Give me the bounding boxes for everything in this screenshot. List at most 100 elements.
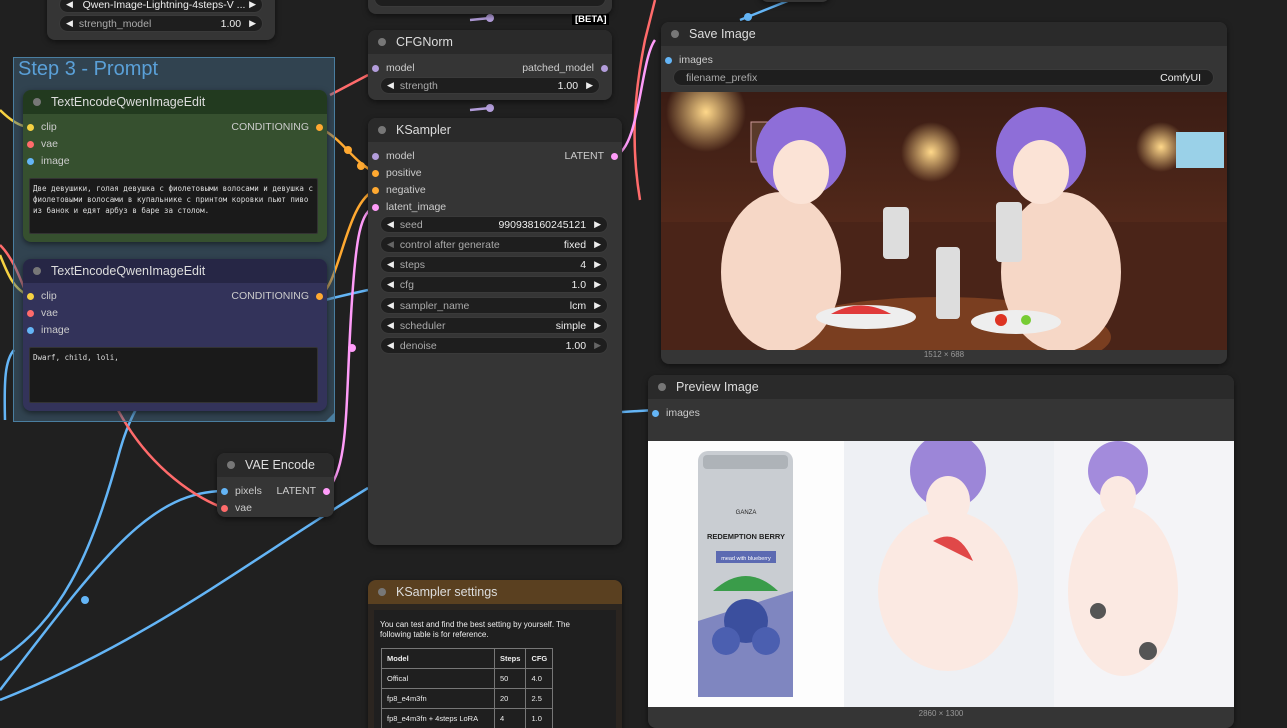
right-arrow-icon[interactable]: ▶ bbox=[586, 80, 593, 91]
model-socket-icon[interactable] bbox=[601, 64, 608, 72]
cfgnorm-node[interactable]: CFGNorm model patched_model ◀ strength 1… bbox=[368, 30, 612, 100]
resize-handle-icon[interactable] bbox=[326, 413, 334, 421]
collapse-dot-icon[interactable] bbox=[378, 126, 386, 134]
collapse-dot-icon[interactable] bbox=[33, 98, 41, 106]
lora-name-widget[interactable]: ◀ Qwen-Image-Lightning-4steps-V ... ▶ bbox=[59, 0, 263, 13]
image-socket-icon[interactable] bbox=[652, 409, 659, 417]
node-header[interactable]: TextEncodeQwenImageEdit bbox=[23, 259, 327, 283]
node-header[interactable]: CFGNorm bbox=[368, 30, 612, 54]
right-arrow-icon[interactable]: ▶ bbox=[249, 0, 256, 10]
output-conditioning[interactable]: CONDITIONING bbox=[231, 119, 323, 135]
collapse-dot-icon[interactable] bbox=[33, 267, 41, 275]
latent-socket-icon[interactable] bbox=[611, 152, 618, 160]
input-latent-image[interactable]: latent_image bbox=[372, 199, 446, 215]
text-encode-negative-node[interactable]: TextEncodeQwenImageEdit clip vae image C… bbox=[23, 259, 327, 411]
input-clip[interactable]: clip bbox=[27, 119, 57, 135]
output-latent[interactable]: LATENT bbox=[277, 483, 330, 499]
filename-prefix-widget[interactable]: filename_prefix ComfyUI bbox=[673, 69, 1214, 86]
image-socket-icon[interactable] bbox=[27, 157, 34, 165]
input-positive[interactable]: positive bbox=[372, 165, 422, 181]
right-arrow-icon[interactable]: ▶ bbox=[594, 239, 601, 250]
ksampler-node[interactable]: KSampler model positive negative latent_… bbox=[368, 118, 622, 545]
collapse-dot-icon[interactable] bbox=[227, 461, 235, 469]
top-widget[interactable] bbox=[374, 0, 606, 7]
cfg-widget[interactable]: ◀ cfg 1.0 ▶ bbox=[380, 276, 608, 293]
collapse-dot-icon[interactable] bbox=[671, 30, 679, 38]
left-arrow-icon[interactable]: ◀ bbox=[387, 219, 394, 230]
latent-socket-icon[interactable] bbox=[372, 203, 379, 211]
vae-encode-node[interactable]: VAE Encode pixels vae LATENT bbox=[217, 453, 334, 517]
right-arrow-icon[interactable]: ▶ bbox=[594, 259, 601, 270]
output-patched-model[interactable]: patched_model bbox=[522, 60, 608, 76]
clip-socket-icon[interactable] bbox=[27, 123, 34, 131]
prompt-textarea[interactable]: Dwarf, child, loli, bbox=[29, 347, 318, 403]
node-header[interactable]: Preview Image bbox=[648, 375, 1234, 399]
conditioning-socket-icon[interactable] bbox=[372, 169, 379, 177]
output-latent[interactable]: LATENT bbox=[565, 148, 618, 164]
steps-widget[interactable]: ◀ steps 4 ▶ bbox=[380, 256, 608, 273]
input-images[interactable]: images bbox=[652, 405, 700, 421]
input-vae[interactable]: vae bbox=[27, 136, 58, 152]
vae-socket-icon[interactable] bbox=[27, 140, 34, 148]
prompt-textarea[interactable]: Две девушики, голая девушка с фиолетовым… bbox=[29, 178, 318, 234]
vae-socket-icon[interactable] bbox=[221, 504, 228, 512]
input-negative[interactable]: negative bbox=[372, 182, 426, 198]
strength-widget[interactable]: ◀ strength 1.00 ▶ bbox=[380, 77, 600, 94]
collapse-dot-icon[interactable] bbox=[378, 38, 386, 46]
left-arrow-icon[interactable]: ◀ bbox=[387, 320, 394, 331]
input-vae[interactable]: vae bbox=[221, 500, 252, 516]
input-vae[interactable]: vae bbox=[27, 305, 58, 321]
right-arrow-icon[interactable]: ▶ bbox=[594, 219, 601, 230]
node-header[interactable]: Save Image bbox=[661, 22, 1227, 46]
right-arrow-icon[interactable]: ▶ bbox=[249, 18, 256, 29]
preview-image[interactable]: GANZA REDEMPTION BERRY mead with blueber… bbox=[648, 441, 1234, 707]
left-arrow-icon[interactable]: ◀ bbox=[387, 279, 394, 290]
node-header[interactable]: KSampler settings bbox=[368, 580, 622, 604]
clip-socket-icon[interactable] bbox=[27, 292, 34, 300]
sampler-name-widget[interactable]: ◀ sampler_name lcm ▶ bbox=[380, 297, 608, 314]
model-socket-icon[interactable] bbox=[372, 152, 379, 160]
left-arrow-icon[interactable]: ◀ bbox=[387, 340, 394, 351]
node-header[interactable]: TextEncodeQwenImageEdit bbox=[23, 90, 327, 114]
input-clip[interactable]: clip bbox=[27, 288, 57, 304]
ksampler-settings-note[interactable]: KSampler settings You can test and find … bbox=[368, 580, 622, 728]
conditioning-socket-icon[interactable] bbox=[372, 186, 379, 194]
input-model[interactable]: model bbox=[372, 148, 415, 164]
seed-widget[interactable]: ◀ seed 990938160245121 ▶ bbox=[380, 216, 608, 233]
conditioning-socket-icon[interactable] bbox=[316, 123, 323, 131]
model-sampling-node[interactable] bbox=[368, 0, 612, 14]
node-header[interactable]: KSampler bbox=[368, 118, 622, 142]
input-pixels[interactable]: pixels bbox=[221, 483, 262, 499]
scheduler-widget[interactable]: ◀ scheduler simple ▶ bbox=[380, 317, 608, 334]
preview-image-node[interactable]: Preview Image images GANZA REDEMPTION BE… bbox=[648, 375, 1234, 728]
denoise-widget[interactable]: ◀ denoise 1.00 ▶ bbox=[380, 337, 608, 354]
input-image[interactable]: image bbox=[27, 153, 70, 169]
conditioning-socket-icon[interactable] bbox=[316, 292, 323, 300]
image-socket-icon[interactable] bbox=[27, 326, 34, 334]
right-arrow-icon[interactable]: ▶ bbox=[594, 340, 601, 351]
right-arrow-icon[interactable]: ▶ bbox=[594, 320, 601, 331]
left-arrow-icon[interactable]: ◀ bbox=[66, 0, 73, 10]
node-canvas[interactable]: ◀ Qwen-Image-Lightning-4steps-V ... ▶ ◀ … bbox=[0, 0, 1287, 728]
input-image[interactable]: image bbox=[27, 322, 70, 338]
lora-loader-node[interactable]: ◀ Qwen-Image-Lightning-4steps-V ... ▶ ◀ … bbox=[47, 0, 275, 40]
strength-model-widget[interactable]: ◀ strength_model 1.00 ▶ bbox=[59, 15, 263, 32]
text-encode-positive-node[interactable]: TextEncodeQwenImageEdit clip vae image C… bbox=[23, 90, 327, 242]
collapse-dot-icon[interactable] bbox=[378, 588, 386, 596]
left-arrow-icon[interactable]: ◀ bbox=[387, 259, 394, 270]
left-arrow-icon[interactable]: ◀ bbox=[387, 239, 394, 250]
output-conditioning[interactable]: CONDITIONING bbox=[231, 288, 323, 304]
left-arrow-icon[interactable]: ◀ bbox=[387, 80, 394, 91]
saved-image[interactable] bbox=[661, 92, 1227, 350]
right-arrow-icon[interactable]: ▶ bbox=[594, 300, 601, 311]
collapse-dot-icon[interactable] bbox=[658, 383, 666, 391]
node-header[interactable]: VAE Encode bbox=[217, 453, 334, 477]
control-after-generate-widget[interactable]: ◀ control after generate fixed ▶ bbox=[380, 236, 608, 253]
image-socket-icon[interactable] bbox=[665, 56, 672, 64]
right-arrow-icon[interactable]: ▶ bbox=[594, 279, 601, 290]
model-socket-icon[interactable] bbox=[372, 64, 379, 72]
vae-socket-icon[interactable] bbox=[27, 309, 34, 317]
left-arrow-icon[interactable]: ◀ bbox=[66, 18, 73, 29]
input-model[interactable]: model bbox=[372, 60, 415, 76]
top-right-node[interactable] bbox=[760, 0, 830, 2]
